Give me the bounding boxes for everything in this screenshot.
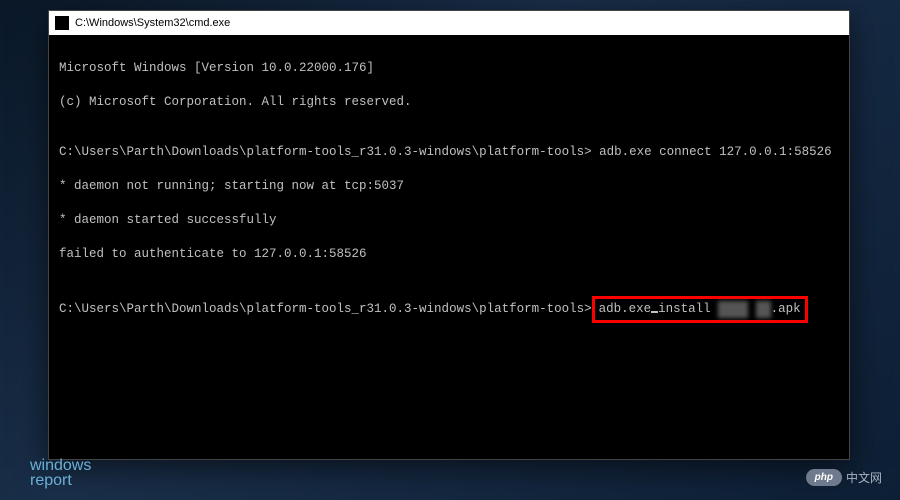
output-line: Microsoft Windows [Version 10.0.22000.17… — [59, 60, 839, 77]
cmd-window: C:\Windows\System32\cmd.exe Microsoft Wi… — [48, 10, 850, 460]
prompt-command: adb.exe connect 127.0.0.1:58526 — [592, 145, 832, 159]
cn-text: 中文网 — [846, 469, 882, 486]
text-cursor — [651, 311, 658, 313]
output-line: * daemon not running; starting now at tc… — [59, 178, 839, 195]
cmd-part: install — [658, 302, 718, 316]
cmd-part: .apk — [771, 302, 801, 316]
php-badge: php — [806, 469, 842, 486]
highlighted-command: adb.exe install ████ ██.apk — [592, 296, 808, 323]
output-line: C:\Users\Parth\Downloads\platform-tools_… — [59, 144, 839, 161]
redacted-text: ██ — [756, 301, 771, 318]
watermark-windows-report: windows report — [30, 458, 91, 488]
prompt-path: C:\Users\Parth\Downloads\platform-tools_… — [59, 302, 592, 316]
redacted-text: ████ — [718, 301, 748, 318]
watermark-php-cn: php 中文网 — [806, 469, 882, 486]
cmd-part: adb.exe — [599, 302, 652, 316]
output-line: failed to authenticate to 127.0.0.1:5852… — [59, 246, 839, 263]
prompt-path: C:\Users\Parth\Downloads\platform-tools_… — [59, 145, 592, 159]
watermark-text: report — [30, 473, 91, 488]
terminal-output[interactable]: Microsoft Windows [Version 10.0.22000.17… — [49, 35, 849, 365]
watermark-text: windows — [30, 458, 91, 473]
titlebar[interactable]: C:\Windows\System32\cmd.exe — [49, 11, 849, 35]
current-prompt-line: C:\Users\Parth\Downloads\platform-tools_… — [59, 296, 839, 323]
window-title: C:\Windows\System32\cmd.exe — [75, 17, 230, 29]
output-line: * daemon started successfully — [59, 212, 839, 229]
cmd-icon — [55, 16, 69, 30]
output-line: (c) Microsoft Corporation. All rights re… — [59, 94, 839, 111]
